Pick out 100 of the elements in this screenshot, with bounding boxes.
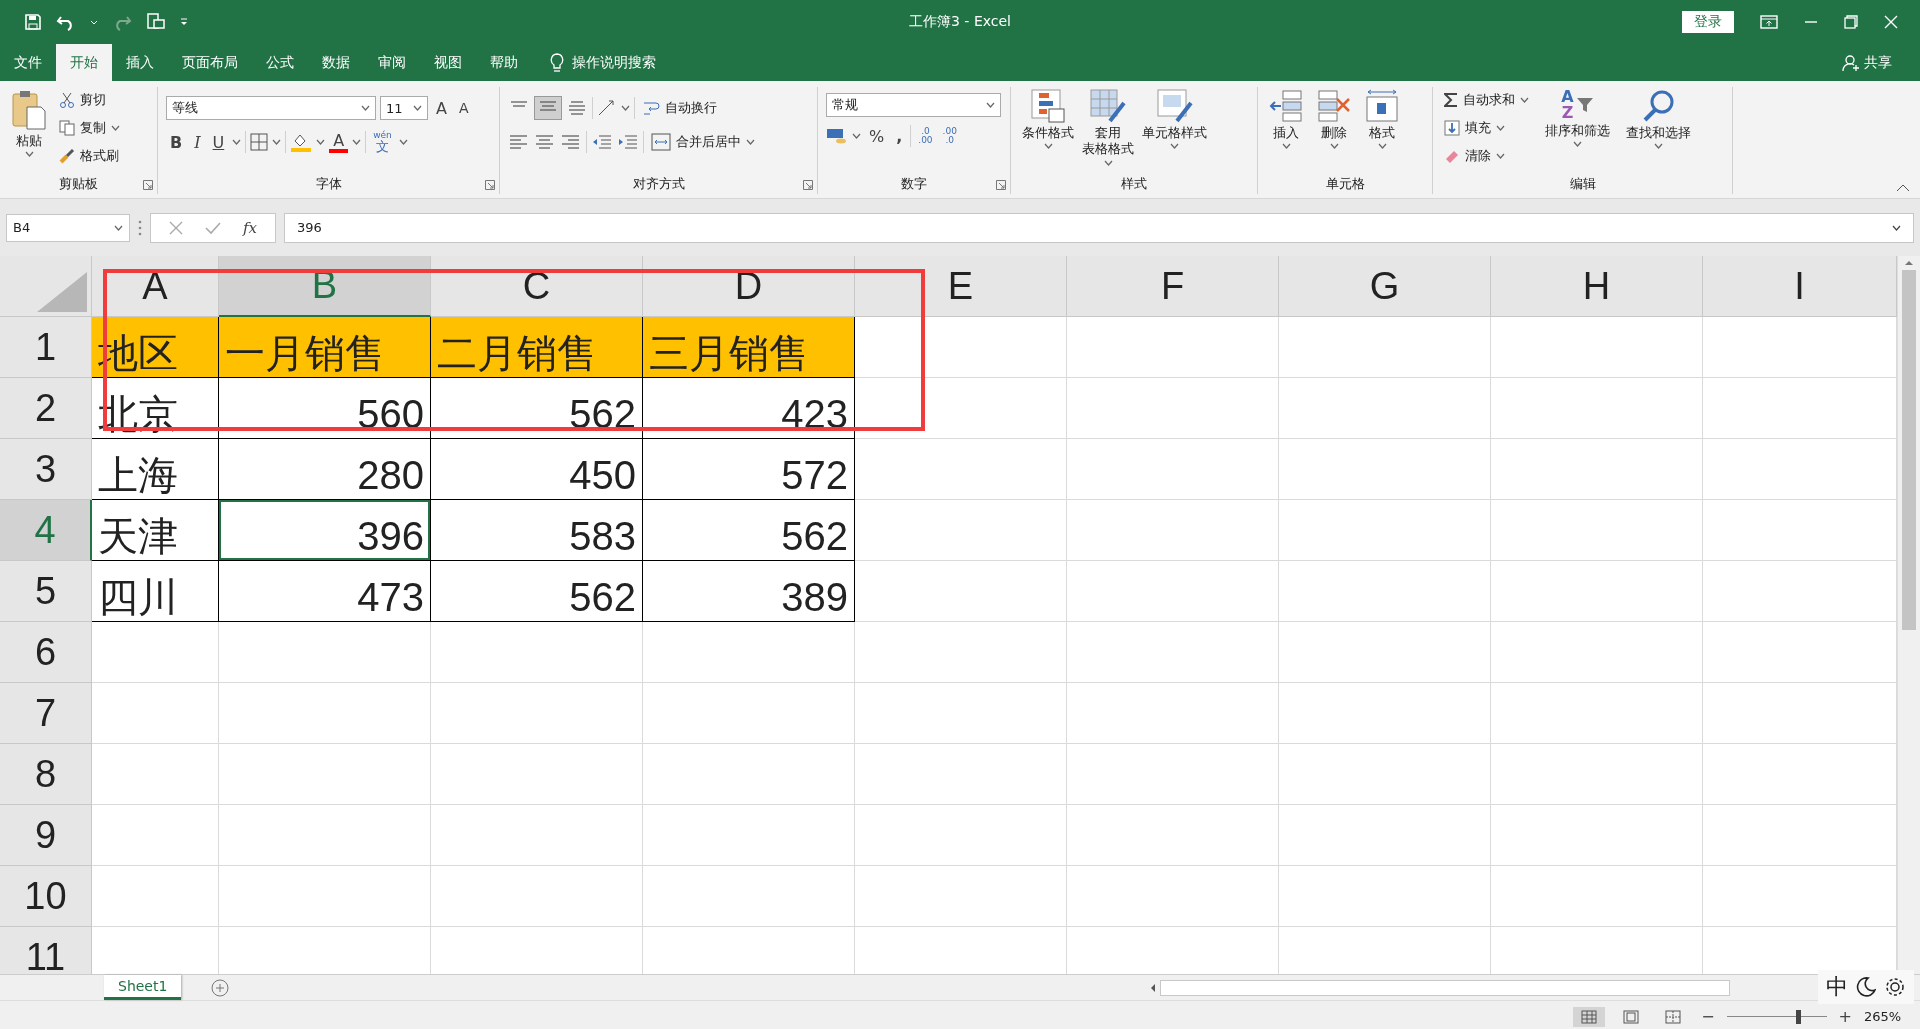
sign-in-button[interactable]: 登录 — [1682, 11, 1734, 33]
row-header[interactable]: 1 — [0, 317, 92, 378]
ribbon-tab[interactable]: 页面布局 — [168, 44, 252, 81]
caret-icon[interactable] — [1654, 143, 1663, 150]
merge-center-button[interactable]: 合并后居中 — [648, 129, 758, 155]
format-as-table-button[interactable]: 套用 表格格式 — [1079, 87, 1137, 168]
close-icon[interactable] — [1884, 15, 1898, 29]
collapse-ribbon-icon[interactable] — [1896, 184, 1910, 192]
scrollbar-thumb[interactable] — [1902, 270, 1916, 630]
text-orientation-icon[interactable] — [597, 99, 617, 117]
align-center-icon[interactable] — [534, 133, 556, 151]
share-button[interactable]: 共享 — [1864, 53, 1892, 72]
borders-icon[interactable] — [250, 133, 269, 151]
restore-icon[interactable] — [1844, 15, 1858, 29]
row-header[interactable]: 8 — [0, 744, 92, 805]
caret-icon[interactable] — [1377, 143, 1387, 150]
caret-icon[interactable] — [1281, 143, 1291, 150]
formula-input[interactable]: 396 — [284, 212, 1914, 243]
increase-indent-icon[interactable] — [617, 133, 639, 151]
increase-font-size-button[interactable]: A — [432, 97, 451, 119]
fill-color-icon[interactable] — [290, 132, 313, 152]
row-header[interactable]: 3 — [0, 439, 92, 500]
align-left-icon[interactable] — [508, 133, 530, 151]
caret-icon[interactable] — [1892, 224, 1901, 231]
column-header[interactable]: F — [1067, 256, 1279, 317]
normal-view-icon[interactable] — [1573, 1006, 1606, 1027]
copy-button[interactable]: 复制 — [56, 115, 123, 140]
format-cells-button[interactable]: 格式 — [1362, 87, 1402, 152]
ribbon-tab[interactable]: 帮助 — [476, 44, 532, 81]
increase-decimal-button[interactable]: .0 .00 — [915, 127, 936, 145]
caret-icon[interactable] — [1573, 141, 1582, 148]
dialog-launcher-icon[interactable] — [143, 180, 153, 190]
dropdown-icon[interactable] — [90, 19, 98, 25]
caret-icon[interactable] — [1520, 96, 1529, 103]
caret-icon[interactable] — [232, 139, 242, 145]
fill-button[interactable]: 填充 — [1441, 115, 1532, 140]
customize-toolbar-icon[interactable] — [180, 18, 188, 26]
ribbon-tab[interactable]: 视图 — [420, 44, 476, 81]
insert-cells-button[interactable]: 插入 — [1266, 87, 1306, 152]
name-box[interactable]: B4 — [6, 213, 130, 242]
ribbon-tab[interactable]: 开始 — [56, 44, 112, 81]
sheet-tab[interactable]: Sheet1 — [104, 975, 182, 1000]
zoom-out-button[interactable]: − — [1699, 1007, 1717, 1026]
delete-cells-button[interactable]: 删除 — [1314, 87, 1354, 152]
caret-icon[interactable] — [852, 133, 861, 139]
caret-icon[interactable] — [1329, 143, 1339, 150]
row-header[interactable]: 6 — [0, 622, 92, 683]
row-header[interactable]: 10 — [0, 866, 92, 927]
row-header[interactable]: 7 — [0, 683, 92, 744]
find-select-button[interactable]: 查找和选择 — [1623, 87, 1694, 152]
format-painter-button[interactable]: 格式刷 — [56, 143, 123, 168]
row-header[interactable]: 9 — [0, 805, 92, 866]
dialog-launcher-icon[interactable] — [996, 180, 1006, 190]
ribbon-tab[interactable]: 审阅 — [364, 44, 420, 81]
column-header[interactable]: E — [855, 256, 1067, 317]
row-header[interactable]: 11 — [0, 927, 92, 974]
underline-button[interactable]: U — [208, 131, 229, 153]
currency-icon[interactable] — [826, 127, 848, 145]
caret-icon[interactable] — [1043, 143, 1053, 150]
row-header[interactable]: 2 — [0, 378, 92, 439]
ribbon-tab[interactable]: 插入 — [112, 44, 168, 81]
zoom-level[interactable]: 265% — [1864, 1009, 1908, 1024]
scroll-left-icon[interactable] — [1150, 982, 1156, 993]
autosum-button[interactable]: 自动求和 — [1441, 87, 1532, 112]
font-size-dropdown[interactable]: 11 — [380, 96, 428, 120]
paste-button[interactable]: 粘贴 — [8, 87, 50, 160]
cell-styles-button[interactable]: 单元格样式 — [1139, 87, 1210, 152]
wrap-text-button[interactable]: 自动换行 — [639, 95, 720, 121]
column-header[interactable]: A — [92, 256, 219, 317]
caret-icon[interactable] — [1496, 152, 1505, 159]
settings-icon[interactable] — [1884, 976, 1906, 998]
decrease-font-size-button[interactable]: A — [454, 99, 473, 117]
caret-icon[interactable] — [114, 224, 123, 231]
ribbon-display-icon[interactable] — [1760, 15, 1778, 29]
font-color-button[interactable]: A — [329, 131, 349, 153]
italic-button[interactable]: I — [190, 131, 205, 153]
zoom-in-button[interactable]: + — [1836, 1007, 1854, 1026]
row-header[interactable]: 5 — [0, 561, 92, 622]
caret-icon[interactable] — [111, 124, 120, 131]
caret-icon[interactable] — [24, 151, 34, 158]
horizontal-scrollbar[interactable] — [1160, 979, 1730, 996]
comma-style-button[interactable]: , — [892, 125, 907, 147]
row-header[interactable]: 4 — [0, 500, 92, 561]
conditional-formatting-button[interactable]: 条件格式 — [1019, 87, 1077, 152]
caret-icon[interactable] — [621, 105, 630, 111]
caret-icon[interactable] — [1496, 124, 1505, 131]
caret-icon[interactable] — [272, 139, 282, 145]
lightbulb-icon[interactable] — [550, 52, 564, 73]
zoom-slider-thumb[interactable] — [1796, 1009, 1802, 1024]
caret-icon[interactable] — [316, 139, 326, 145]
dialog-launcher-icon[interactable] — [803, 180, 813, 190]
ribbon-tab[interactable]: 公式 — [252, 44, 308, 81]
caret-icon[interactable] — [986, 102, 995, 108]
caret-icon[interactable] — [1103, 159, 1113, 166]
decrease-decimal-button[interactable]: .00 .0 — [939, 127, 960, 145]
tell-me-search[interactable]: 操作说明搜索 — [572, 53, 656, 72]
ribbon-tab[interactable]: 文件 — [0, 44, 56, 81]
number-format-dropdown[interactable]: 常规 — [826, 93, 1001, 117]
dialog-launcher-icon[interactable] — [485, 180, 495, 190]
decrease-indent-icon[interactable] — [591, 133, 613, 151]
